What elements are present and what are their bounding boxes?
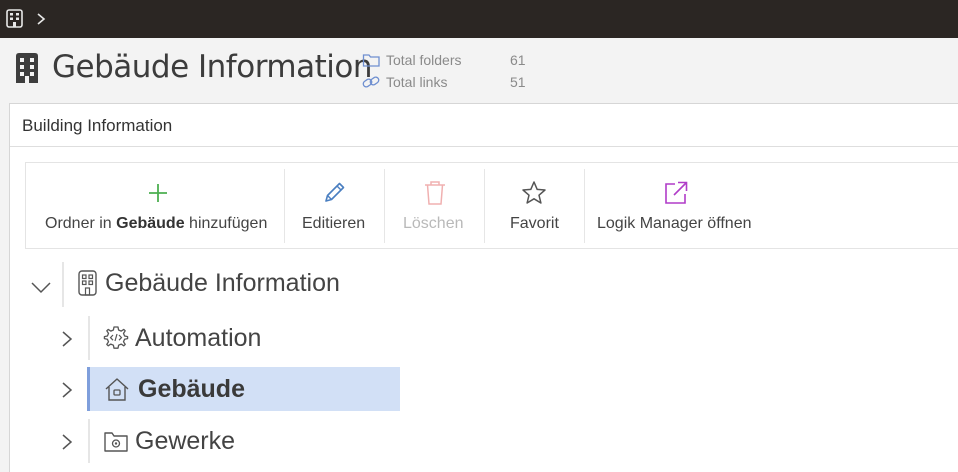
building-icon[interactable] (6, 9, 23, 28)
stat-label: Total folders (386, 52, 462, 68)
tree-indent-bar (62, 262, 64, 307)
add-label-pre: Ordner in (45, 215, 117, 232)
add-folder-label: Ordner in Gebäude hinzufügen (45, 215, 267, 233)
favorite-label: Favorit (510, 215, 559, 232)
tree-item-label: Automation (135, 324, 262, 352)
open-logic-manager-button[interactable]: Logik Manager öffnen (585, 163, 775, 248)
delete-label: Löschen (403, 215, 464, 232)
folder-icon (362, 54, 380, 67)
add-folder-button[interactable]: Ordner in Gebäude hinzufügen (26, 163, 284, 248)
building-icon (78, 270, 97, 296)
tree-root-label[interactable]: Gebäude Information (105, 269, 340, 298)
stat-label: Total links (386, 74, 448, 90)
divider (10, 146, 958, 147)
tree-indent-bar (88, 316, 90, 360)
stat-value: 51 (510, 74, 526, 90)
favorite-button[interactable]: Favorit (485, 163, 584, 248)
tree-item-gebaeude[interactable]: Gebäude (0, 367, 400, 411)
top-bar (0, 0, 958, 38)
toolbar: Ordner in Gebäude hinzufügen Editieren L… (25, 162, 958, 249)
plus-icon (149, 184, 167, 202)
folder-gear-icon (104, 432, 128, 452)
link-icon (362, 76, 380, 88)
delete-button[interactable]: Löschen (385, 163, 484, 248)
building-icon (16, 53, 38, 83)
pencil-icon (325, 182, 345, 202)
chevron-down-icon[interactable] (30, 279, 52, 295)
panel-title: Building Information (22, 116, 173, 135)
tree-item-gewerke[interactable]: Gewerke (0, 419, 400, 463)
chevron-right-icon[interactable] (34, 11, 48, 27)
stat-total-folders: Total folders 61 (362, 51, 550, 69)
tree-item-label: Gebäude (138, 375, 245, 403)
external-link-icon (665, 181, 688, 204)
stat-value: 61 (510, 52, 526, 68)
stat-total-links: Total links 51 (362, 73, 550, 91)
gear-code-icon (103, 326, 129, 349)
tree-indent-bar (87, 367, 90, 411)
add-label-post: hinzufügen (184, 215, 268, 232)
star-icon (522, 181, 546, 204)
page-title: Gebäude Information (52, 49, 372, 85)
tree-item-label: Gewerke (135, 427, 236, 455)
logic-manager-label: Logik Manager öffnen (597, 215, 752, 232)
chevron-right-icon[interactable] (60, 432, 74, 452)
chevron-right-icon[interactable] (60, 329, 74, 349)
edit-button[interactable]: Editieren (285, 163, 384, 248)
tree-indent-bar (88, 419, 90, 463)
edit-label: Editieren (302, 215, 366, 232)
chevron-right-icon[interactable] (60, 380, 74, 400)
tree-item-automation[interactable]: Automation (0, 316, 400, 360)
house-icon (105, 378, 129, 401)
add-label-bold: Gebäude (116, 215, 185, 232)
trash-icon (425, 181, 445, 205)
